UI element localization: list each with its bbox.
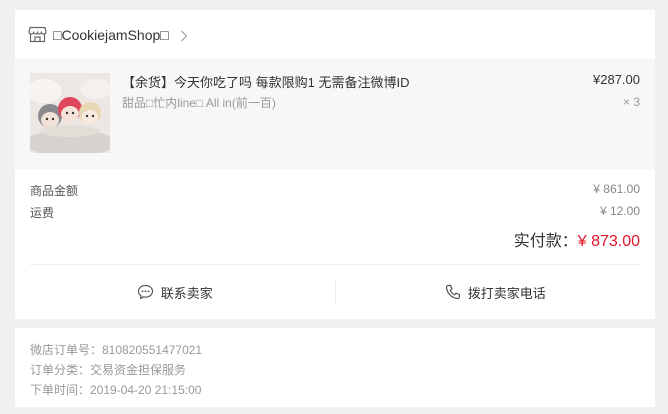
shop-header[interactable]: □CookiejamShop□: [15, 10, 655, 59]
shop-icon: [28, 26, 47, 43]
item-quantity: × 3: [622, 95, 640, 109]
order-item[interactable]: 【余货】今天你吃了吗 每款限购1 无需备注微博ID 甜品□忙内line□ All…: [15, 59, 655, 169]
item-price: ¥287.00: [593, 72, 640, 87]
seller-actions: 联系卖家 拨打卖家电话: [15, 275, 655, 309]
paid-label: 实付款：: [513, 233, 578, 250]
paid-amount: ¥ 873.00: [577, 233, 640, 250]
goods-amount-value: ¥ 861.00: [593, 182, 640, 196]
phone-icon: [445, 284, 460, 300]
goods-amount-label: 商品金额: [30, 184, 79, 198]
item-spec: 甜品□忙内line□ All in(前一百): [122, 96, 276, 110]
paid-total: 实付款：¥ 873.00: [514, 227, 640, 251]
order-number: 微店订单号：810820551477021: [30, 343, 203, 357]
order-meta-card: 微店订单号：810820551477021 订单分类：交易资金担保服务 下单时间…: [15, 328, 655, 407]
product-thumbnail[interactable]: [30, 73, 110, 153]
shipping-label: 运费: [30, 206, 55, 220]
contact-seller-button[interactable]: 联系卖家: [15, 283, 335, 302]
chat-icon: [137, 284, 153, 300]
shipping-value: ¥ 12.00: [599, 204, 640, 218]
order-card: □CookiejamShop□ 【余货】今天你吃了吗 每款限购1 无需备注微博I…: [15, 10, 655, 319]
call-seller-button[interactable]: 拨打卖家电话: [336, 283, 656, 302]
divider: [30, 264, 640, 265]
chevron-right-icon[interactable]: [180, 29, 188, 41]
call-seller-label: 拨打卖家电话: [467, 285, 546, 301]
shop-name[interactable]: □CookiejamShop□: [53, 27, 169, 43]
item-title[interactable]: 【余货】今天你吃了吗 每款限购1 无需备注微博ID: [122, 72, 409, 91]
order-time: 下单时间：2019-04-20 21:15:00: [30, 383, 202, 397]
contact-seller-label: 联系卖家: [160, 285, 213, 301]
price-summary: 商品金额 ¥ 861.00 运费 ¥ 12.00 实付款：¥ 873.00: [15, 169, 655, 265]
order-type: 订单分类：交易资金担保服务: [30, 363, 187, 377]
